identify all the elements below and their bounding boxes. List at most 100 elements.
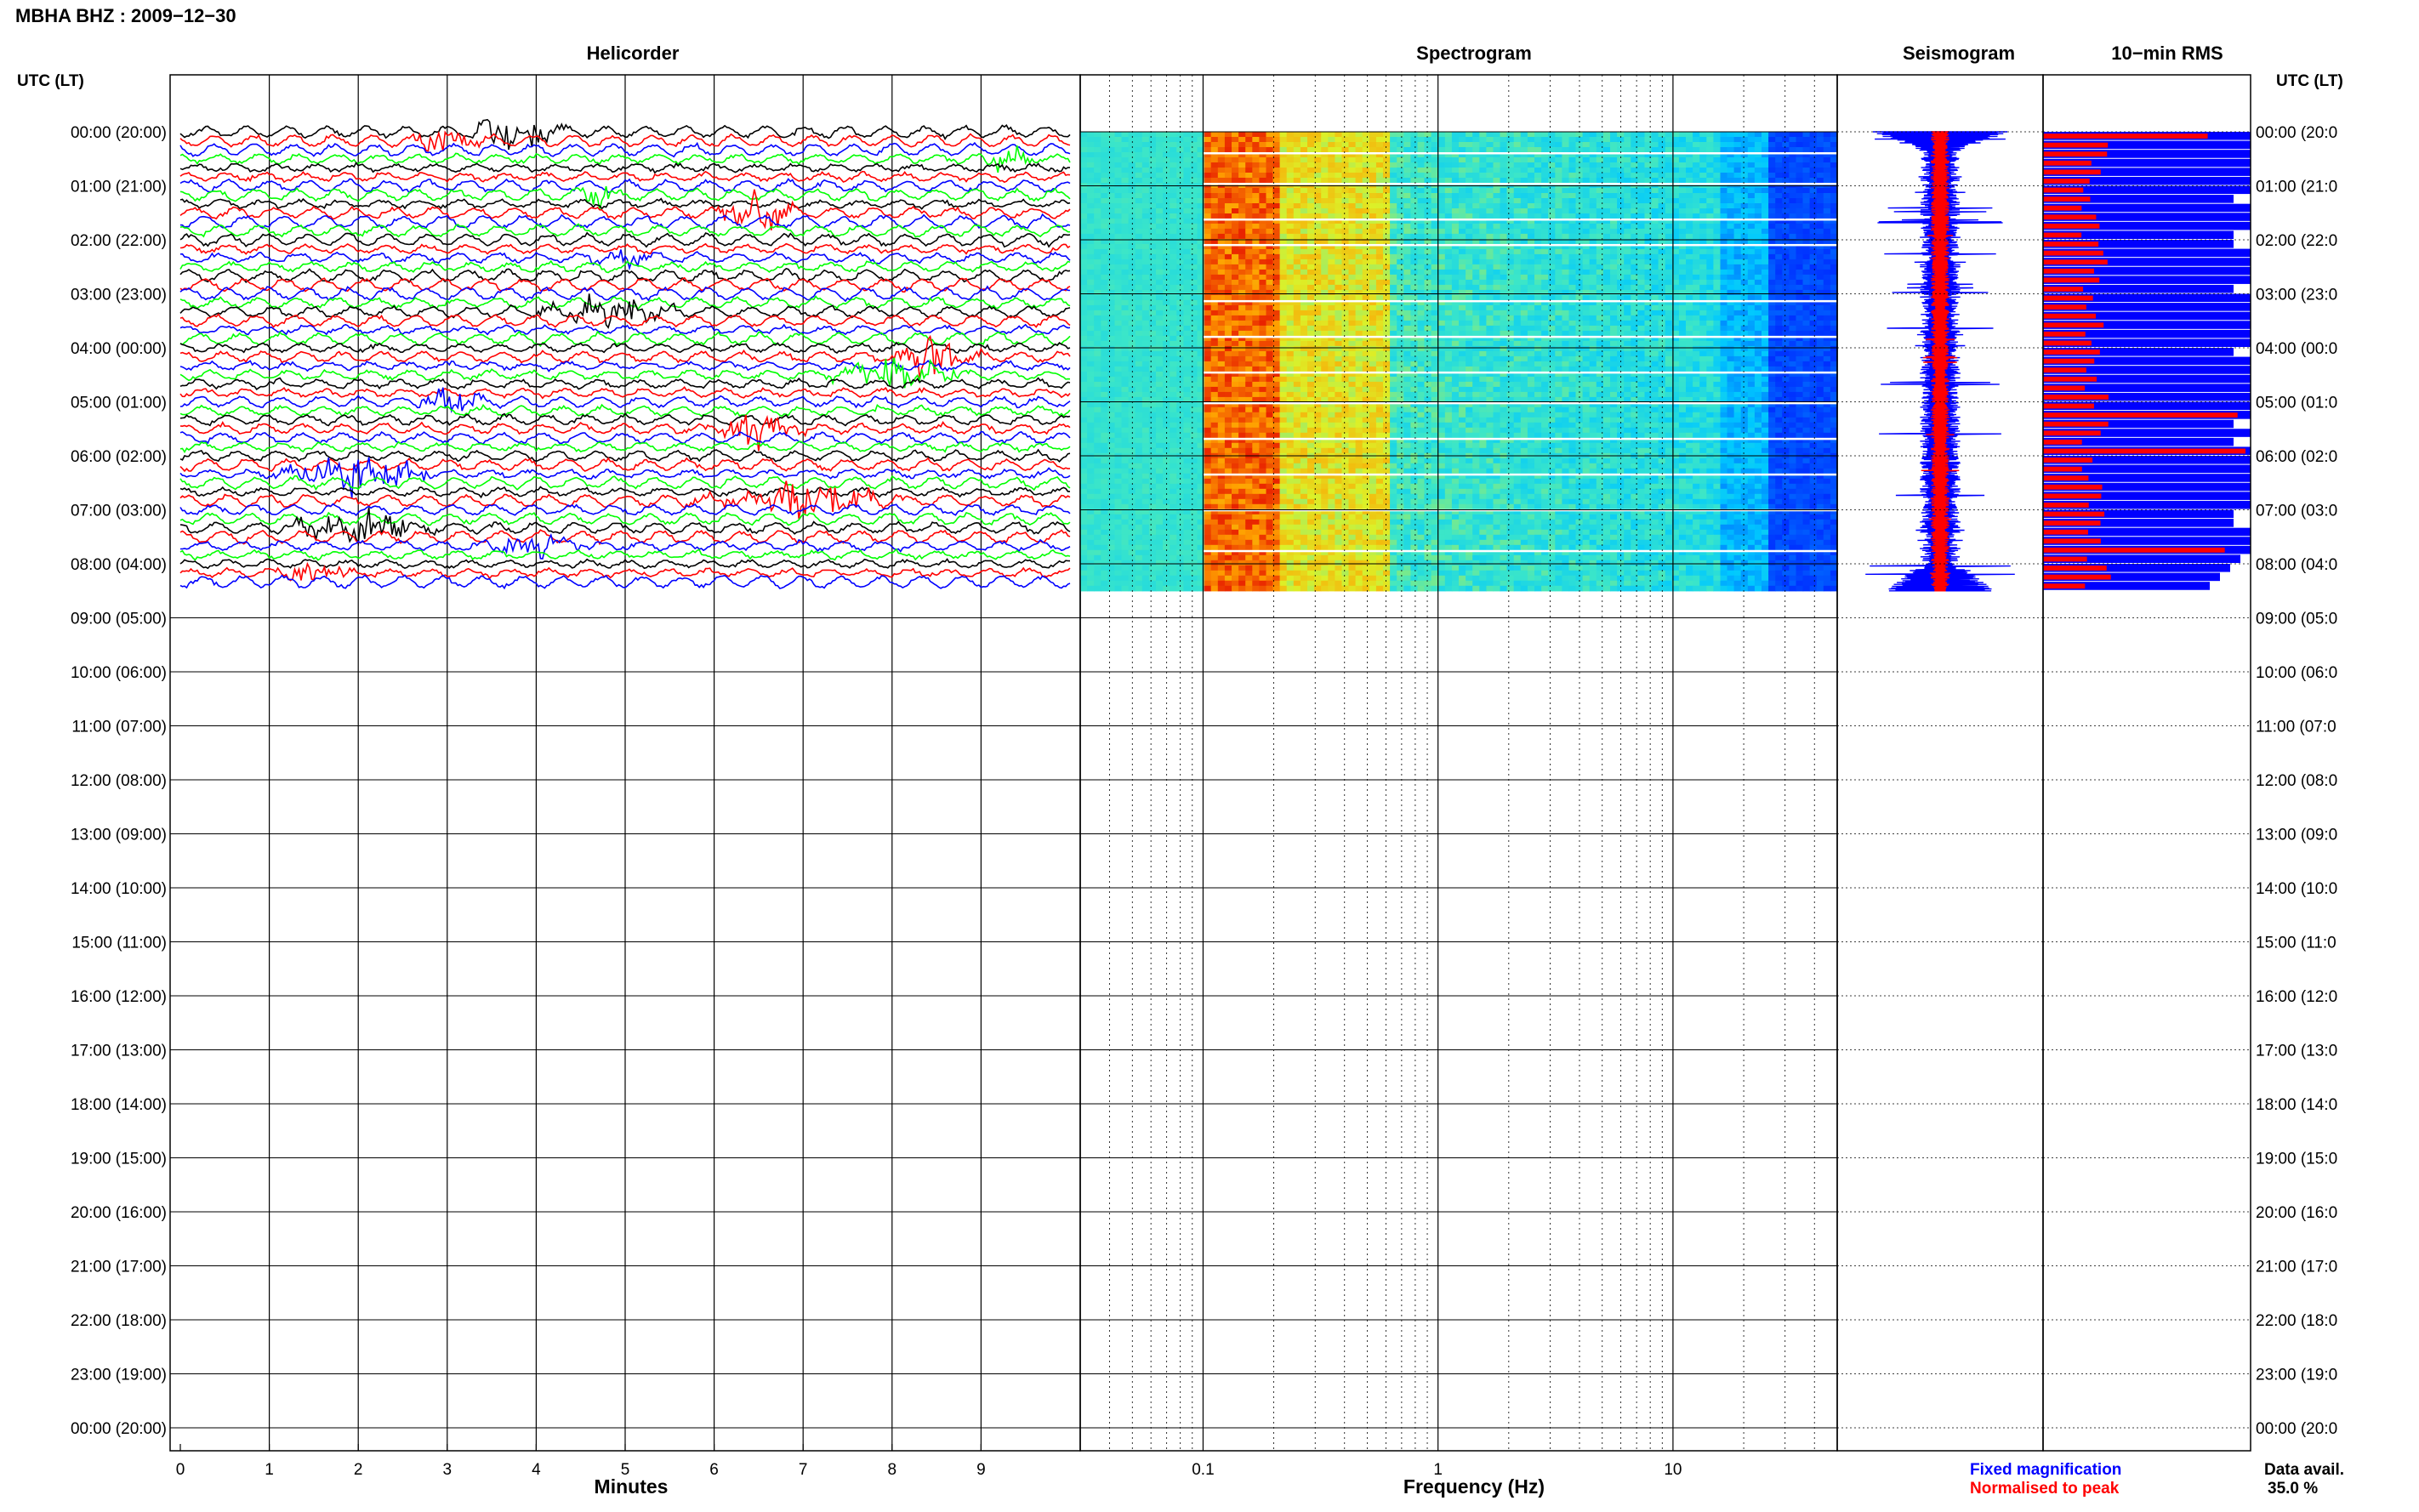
spectrogram-cell: [1403, 320, 1411, 327]
spectrogram-cell: [1335, 203, 1343, 209]
spectrogram-cell: [1252, 168, 1260, 173]
spectrogram-cell: [1506, 269, 1515, 276]
spectrogram-cell: [1121, 208, 1130, 214]
spectrogram-cell: [1238, 137, 1246, 143]
spectrogram-cell: [1121, 345, 1130, 352]
spectrogram-cell: [1156, 264, 1164, 270]
spectrogram-cell: [1541, 248, 1549, 255]
spectrogram-cell: [1362, 248, 1370, 255]
spectrogram-cell: [1217, 310, 1226, 316]
spectrogram-cell: [1355, 203, 1363, 209]
spectrogram-cell: [1678, 304, 1687, 311]
spectrogram-cell: [1479, 330, 1487, 337]
spectrogram-cell: [1224, 345, 1232, 352]
hour-label-left: 17:00 (13:00): [71, 1043, 167, 1060]
spectrogram-cell: [1107, 253, 1116, 260]
spectrogram-cell: [1107, 157, 1116, 163]
spectrogram-cell: [1135, 299, 1143, 306]
spectrogram-cell: [1527, 284, 1535, 291]
spectrogram-cell: [1644, 157, 1653, 163]
spectrogram-cell: [1506, 137, 1515, 143]
spectrogram-cell: [1665, 193, 1673, 199]
spectrogram-cell: [1114, 259, 1123, 265]
spectrogram-cell: [1500, 178, 1508, 184]
hour-label-left: 18:00 (14:00): [71, 1096, 167, 1114]
spectrogram-cell: [1720, 147, 1728, 153]
spectrogram-cell: [1375, 248, 1384, 255]
spectrogram-cell: [1170, 248, 1177, 255]
spectrogram-cell: [1335, 223, 1343, 230]
spectrogram-cell: [1135, 269, 1143, 276]
spectrogram-cell: [1397, 147, 1404, 153]
spectrogram-cell: [1114, 294, 1123, 301]
spectrogram-cell: [1355, 188, 1363, 194]
spectrogram-cell: [1355, 193, 1363, 199]
spectrogram-cell: [1534, 310, 1542, 316]
spectrogram-cell: [1631, 345, 1638, 352]
spectrogram-cell: [1816, 137, 1824, 143]
spectrogram-cell: [1472, 253, 1480, 260]
spectrogram-cell: [1562, 279, 1570, 286]
spectrogram-cell: [1527, 340, 1535, 347]
spectrogram-cell: [1141, 213, 1150, 219]
spectrogram-cell: [1631, 259, 1638, 265]
spectrogram-cell: [1135, 315, 1143, 321]
spectrogram-cell: [1686, 289, 1693, 296]
spectrogram-cell: [1747, 350, 1756, 357]
spectrogram-cell: [1562, 294, 1570, 301]
spectrogram-cell: [1651, 320, 1659, 327]
spectrogram-cell: [1713, 188, 1722, 194]
spectrogram-cell: [1431, 188, 1439, 194]
spectrogram-cell: [1375, 279, 1384, 286]
spectrogram-cell: [1624, 274, 1631, 281]
spectrogram-cell: [1706, 168, 1714, 173]
spectrogram-cell: [1562, 269, 1570, 276]
spectrogram-cell: [1114, 188, 1123, 194]
spectrogram-cell: [1341, 350, 1350, 357]
spectrogram-cell: [1348, 294, 1357, 301]
spectrogram-cell: [1602, 193, 1611, 199]
spectrogram-cell: [1624, 157, 1631, 163]
spectrogram-cell: [1568, 193, 1577, 199]
spectrogram-cell: [1390, 157, 1397, 163]
spectrogram-cell: [1466, 173, 1473, 179]
spectrogram-cell: [1293, 137, 1301, 143]
spectrogram-cell: [1562, 259, 1570, 265]
spectrogram-cell: [1245, 208, 1253, 214]
hour-label-right: 08:00 (04:0: [2256, 556, 2337, 574]
spectrogram-cell: [1321, 330, 1329, 337]
spectrogram-cell: [1562, 162, 1570, 168]
spectrogram-cell: [1747, 310, 1756, 316]
spectrogram-cell: [1300, 320, 1308, 327]
spectrogram-cell: [1637, 345, 1646, 352]
spectrogram-cell: [1170, 284, 1177, 291]
spectrogram-cell: [1224, 223, 1232, 230]
spectrogram-cell: [1135, 274, 1143, 281]
spectrogram-cell: [1459, 248, 1466, 255]
spectrogram-cell: [1637, 310, 1646, 316]
spectrogram-cell: [1596, 162, 1604, 168]
spectrogram-cell: [1232, 198, 1239, 204]
spectrogram-cell: [1624, 259, 1631, 265]
spectrogram-cell: [1135, 188, 1143, 194]
spectrogram-cell: [1809, 168, 1818, 173]
spectrogram-cell: [1796, 162, 1804, 168]
spectrogram-cell: [1527, 193, 1535, 199]
spectrogram-cell: [1107, 219, 1116, 225]
spectrogram-cell: [1459, 213, 1466, 219]
spectrogram-cell: [1369, 203, 1377, 209]
spectrogram-cell: [1286, 350, 1295, 357]
spectrogram-cell: [1548, 350, 1556, 357]
spectrogram-cell: [1217, 178, 1226, 184]
spectrogram-cell: [1651, 345, 1659, 352]
spectrogram-cell: [1238, 253, 1246, 260]
spectrogram-cell: [1602, 173, 1611, 179]
spectrogram-cell: [1224, 248, 1232, 255]
spectrogram-cell: [1527, 304, 1535, 311]
spectrogram-cell: [1210, 253, 1219, 260]
spectrogram-cell: [1321, 325, 1329, 332]
spectrogram-cell: [1252, 340, 1260, 347]
spectrogram-cell: [1527, 310, 1535, 316]
spectrogram-cell: [1459, 340, 1466, 347]
spectrogram-cell: [1816, 253, 1824, 260]
